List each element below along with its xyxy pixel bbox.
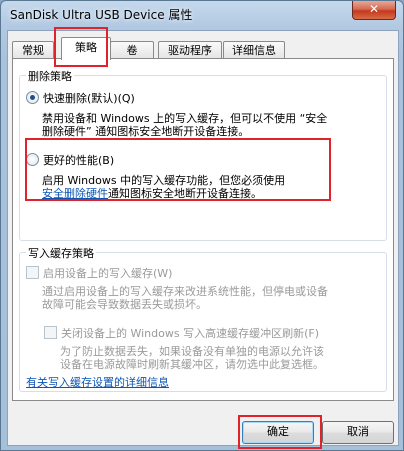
tab-driver[interactable]: 驱动程序 <box>158 41 222 59</box>
tab-details-label: 详细信息 <box>232 44 276 57</box>
title-bar[interactable]: SanDisk Ultra USB Device 属性 ✕ <box>1 1 403 27</box>
better-performance-option[interactable]: 更好的性能(B) <box>26 152 114 168</box>
better-performance-label: 更好的性能(B) <box>43 154 115 167</box>
policies-panel: 删除策略 快速删除(默认)(Q) 禁用设备和 Windows 上的写入缓存，但可… <box>12 58 394 401</box>
write-cache-policy-title: 写入缓存策略 <box>26 245 96 261</box>
cancel-button[interactable]: 取消 <box>322 421 394 444</box>
better-performance-desc-line2: 安全删除硬件通知图标安全地断开设备连接。 <box>42 187 285 200</box>
better-performance-radio[interactable] <box>26 153 39 166</box>
quick-removal-radio[interactable] <box>26 91 39 104</box>
dialog-body: 常规 策略 卷 驱动程序 详细信息 删除策略 快速删除(默认)(Q) 禁用设备和… <box>7 30 399 446</box>
quick-removal-desc-line2: 删除硬件” 通知图标安全地断开设备连接。 <box>42 125 250 138</box>
tab-details[interactable]: 详细信息 <box>223 41 285 59</box>
tab-driver-label: 驱动程序 <box>168 44 212 57</box>
tab-general[interactable]: 常规 <box>12 41 54 59</box>
better-performance-desc-rest: 通知图标安全地断开设备连接。 <box>108 187 262 200</box>
tab-strip: 常规 策略 卷 驱动程序 详细信息 <box>12 37 394 60</box>
enable-write-cache-desc-line1: 通过启用设备上的写入缓存来改进系统性能，但停电或设备 <box>42 285 328 298</box>
window-title: SanDisk Ultra USB Device 属性 <box>10 8 193 22</box>
write-cache-info-link[interactable]: 有关写入缓存设置的详细信息 <box>26 376 169 389</box>
enable-write-cache-description: 通过启用设备上的写入缓存来改进系统性能，但停电或设备 故障可能会导致数据丢失或损… <box>42 285 328 311</box>
quick-removal-option[interactable]: 快速删除(默认)(Q) <box>26 90 135 106</box>
quick-removal-label: 快速删除(默认)(Q) <box>43 92 135 105</box>
disable-flush-option[interactable]: 关闭设备上的 Windows 写入高速缓存缓冲区刷新(F) <box>44 325 319 341</box>
tab-volumes-label: 卷 <box>126 44 138 57</box>
write-cache-policy-group: 写入缓存策略 启用设备上的写入缓存(W) 通过启用设备上的写入缓存来改进系统性能… <box>19 245 387 392</box>
more-info-row: 有关写入缓存设置的详细信息 <box>26 374 169 390</box>
enable-write-cache-checkbox[interactable] <box>26 266 39 279</box>
disable-flush-label: 关闭设备上的 Windows 写入高速缓存缓冲区刷新(F) <box>61 327 320 340</box>
close-button[interactable]: ✕ <box>352 1 396 20</box>
enable-write-cache-label: 启用设备上的写入缓存(W) <box>43 267 173 280</box>
quick-removal-desc-line1: 禁用设备和 Windows 上的写入缓存，但可以不使用 “安全 <box>42 112 328 125</box>
close-icon: ✕ <box>368 2 380 16</box>
enable-write-cache-option[interactable]: 启用设备上的写入缓存(W) <box>26 265 172 281</box>
tab-volumes[interactable]: 卷 <box>110 41 154 59</box>
properties-window: SanDisk Ultra USB Device 属性 ✕ 常规 策略 卷 驱动… <box>0 0 404 451</box>
tab-policies-label: 策略 <box>75 41 97 54</box>
removal-policy-group: 删除策略 快速删除(默认)(Q) 禁用设备和 Windows 上的写入缓存，但可… <box>19 68 387 241</box>
disable-flush-desc-line2: 设备在电源故障时刷新其缓冲区，请勿选中此复选框。 <box>60 358 324 371</box>
removal-policy-title: 删除策略 <box>26 68 74 84</box>
disable-flush-description: 为了防止数据丢失，如果设备没有单独的电源以允许该 设备在电源故障时刷新其缓冲区，… <box>60 345 324 371</box>
enable-write-cache-desc-line2: 故障可能会导致数据丢失或损坏。 <box>42 298 207 311</box>
better-performance-description: 启用 Windows 中的写入缓存功能，但您必须使用 安全删除硬件通知图标安全地… <box>42 174 285 200</box>
ok-button[interactable]: 确定 <box>242 421 314 444</box>
disable-flush-checkbox[interactable] <box>44 326 57 339</box>
better-performance-desc-line1: 启用 Windows 中的写入缓存功能，但您必须使用 <box>42 174 286 187</box>
tab-policies[interactable]: 策略 <box>61 37 111 60</box>
disable-flush-desc-line1: 为了防止数据丢失，如果设备没有单独的电源以允许该 <box>60 345 324 358</box>
quick-removal-description: 禁用设备和 Windows 上的写入缓存，但可以不使用 “安全 删除硬件” 通知… <box>42 112 327 138</box>
safely-remove-hardware-link[interactable]: 安全删除硬件 <box>42 187 108 200</box>
tab-general-label: 常规 <box>22 44 44 57</box>
